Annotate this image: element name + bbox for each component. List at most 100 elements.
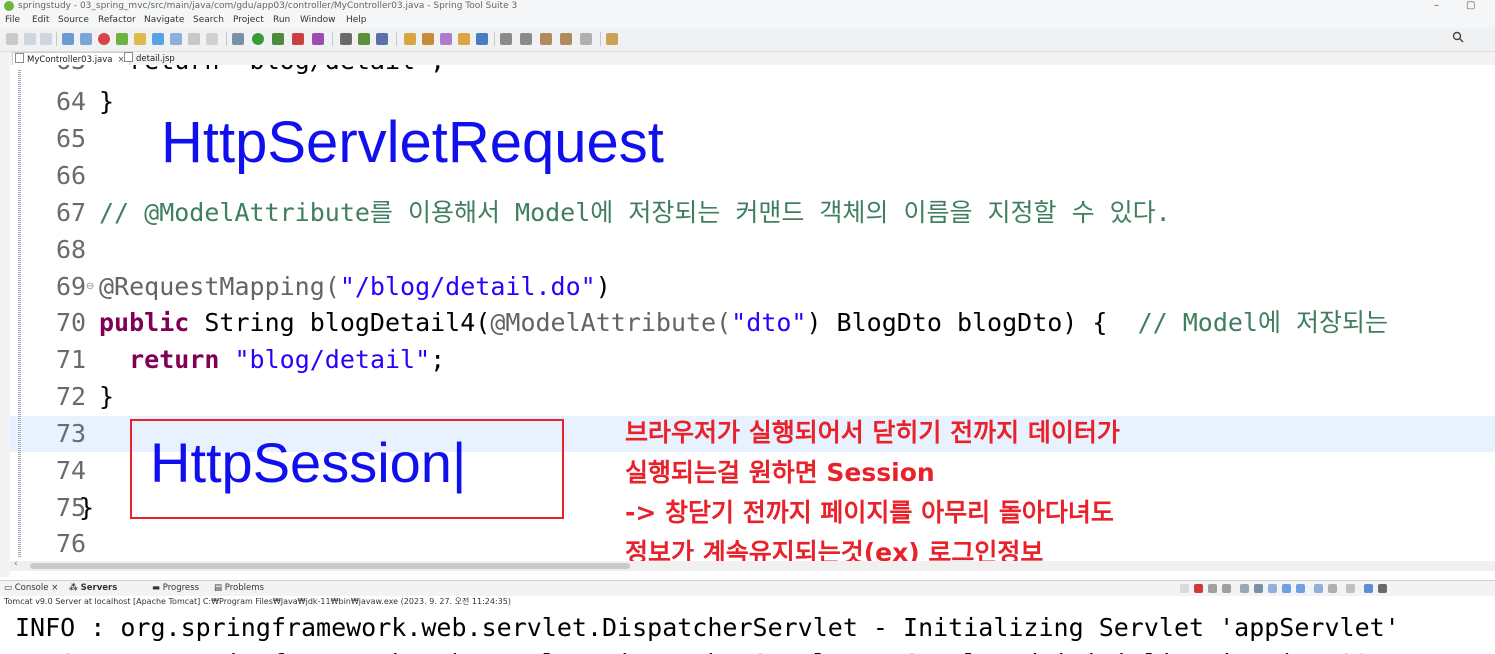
tab-label: Servers [80,583,118,593]
new-package-button[interactable] [358,33,370,45]
display-console-icon[interactable] [1328,584,1337,593]
run-button[interactable] [252,33,264,45]
open-type-button[interactable] [376,33,388,45]
menu-project[interactable]: Project [233,13,264,28]
scrollbar-thumb[interactable] [30,563,630,569]
horizontal-scrollbar[interactable]: ‹ [10,559,1495,571]
toolbar-separator [226,32,227,46]
code-line-67[interactable]: // @ModelAttribute를 이용해서 Model에 저장되는 커맨드… [99,195,1171,231]
maximize-button[interactable]: ▢ [1466,0,1475,12]
console-button[interactable] [62,33,74,45]
fold-icon[interactable]: ⊖ [86,269,94,305]
code-line-75[interactable]: } [79,490,94,526]
menu-window[interactable]: Window [300,13,336,28]
menu-help[interactable]: Help [346,13,367,28]
servers-icon: ⁂ [69,583,81,593]
external-tools-button[interactable] [312,33,324,45]
pin-editor-button[interactable] [606,33,618,45]
pin-icon[interactable] [1180,584,1189,593]
menu-source[interactable]: Source [58,13,89,28]
line-number: 65 [56,124,87,153]
remove-all-icon[interactable] [1222,584,1231,593]
code-editor[interactable]: 63 return "blog/detail"; 64 } 65 66 67 /… [10,65,1495,562]
menu-run[interactable]: Run [273,13,290,28]
run-as-button[interactable] [272,33,284,45]
minimize-button[interactable]: – [1434,0,1439,12]
save-button[interactable] [24,33,36,45]
line-number: 74 [56,456,87,485]
new-java-class-button[interactable] [340,33,352,45]
server-button[interactable] [80,33,92,45]
line-number: 76 [56,529,87,558]
tab-problems[interactable]: ▤ Problems [214,581,264,596]
open-console-icon[interactable] [1346,584,1355,593]
terminate-icon[interactable] [1194,584,1203,593]
next-annotation-button[interactable] [500,33,512,45]
close-icon[interactable]: × [51,583,58,593]
prev-annotation-button[interactable] [520,33,532,45]
toolbar [0,28,1495,52]
boot-dashboard-button[interactable] [116,33,128,45]
tab-console[interactable]: ▭ Console × [4,581,58,596]
toolbar-separator [56,32,57,46]
editor-tab-bar: MyController03.java × detail.jsp [0,52,1495,66]
toolbar-separator [396,32,397,46]
tab-progress[interactable]: ▬ Progress [152,581,199,596]
scroll-lock-icon[interactable] [1254,584,1263,593]
search-button[interactable] [440,33,452,45]
code-line-70[interactable]: public String blogDetail4(@ModelAttribut… [99,305,1388,341]
stop-server-button[interactable] [292,33,304,45]
toolbar-separator [332,32,333,46]
java-file-icon [15,53,24,63]
debug-button[interactable] [232,33,244,45]
tab-label: Progress [162,583,200,593]
note-line: 브라우저가 실행되어서 닫히기 전까지 데이터가 [625,418,1120,447]
annotation-text: @RequestMapping( [99,272,340,301]
console-line: INFO : org.springframework.web.servlet.D… [15,646,1430,654]
open-resource-button[interactable] [422,33,434,45]
tab-detail-jsp[interactable]: detail.jsp [124,52,175,65]
last-edit-button[interactable] [540,33,552,45]
menu-search[interactable]: Search [193,13,224,28]
show-stdout-icon[interactable] [1282,584,1291,593]
annotation-button[interactable] [476,33,488,45]
refresh-button[interactable] [134,33,146,45]
open-folder-button[interactable] [404,33,416,45]
perspective-button[interactable] [152,33,164,45]
scroll-left-icon[interactable]: ‹ [14,559,18,569]
remove-launch-icon[interactable] [1208,584,1217,593]
menu-file[interactable]: File [5,13,20,28]
show-stderr-icon[interactable] [1296,584,1305,593]
word-wrap-icon[interactable] [1268,584,1277,593]
console-output[interactable]: INFO : org.springframework.web.servlet.D… [0,608,1495,654]
back-button[interactable] [560,33,572,45]
code-line-63[interactable]: return "blog/detail"; [99,65,445,79]
mark-button[interactable] [458,33,470,45]
code-text: ) BlogDto blogDto) { [806,308,1138,337]
gear-icon[interactable] [1378,584,1387,593]
code-line-71[interactable]: return "blog/detail"; [99,342,445,378]
pin-console-icon[interactable] [1314,584,1323,593]
string-literal: "dto" [731,308,807,337]
format-button[interactable] [188,33,200,45]
tab-mycontroller03[interactable]: MyController03.java × [12,52,130,66]
toggle-button[interactable] [206,33,218,45]
new-button[interactable] [6,33,18,45]
menu-navigate[interactable]: Navigate [144,13,184,28]
problems-icon: ▤ [214,583,225,593]
search-icon[interactable] [1452,31,1464,47]
code-line-64[interactable]: } [99,84,114,120]
title-bar: springstudy - 03_spring_mvc/src/main/jav… [0,0,1495,13]
tab-servers[interactable]: ⁂ Servers [69,581,117,596]
code-line-72[interactable]: } [99,379,114,415]
minimize-view-icon[interactable] [1364,584,1373,593]
forward-button[interactable] [580,33,592,45]
code-line-69[interactable]: @RequestMapping("/blog/detail.do") [99,269,611,305]
javadoc-button[interactable] [170,33,182,45]
menu-refactor[interactable]: Refactor [98,13,136,28]
save-all-button[interactable] [40,33,52,45]
left-trim [0,52,10,577]
stop-button[interactable] [98,33,110,45]
clear-console-icon[interactable] [1240,584,1249,593]
menu-edit[interactable]: Edit [32,13,49,28]
